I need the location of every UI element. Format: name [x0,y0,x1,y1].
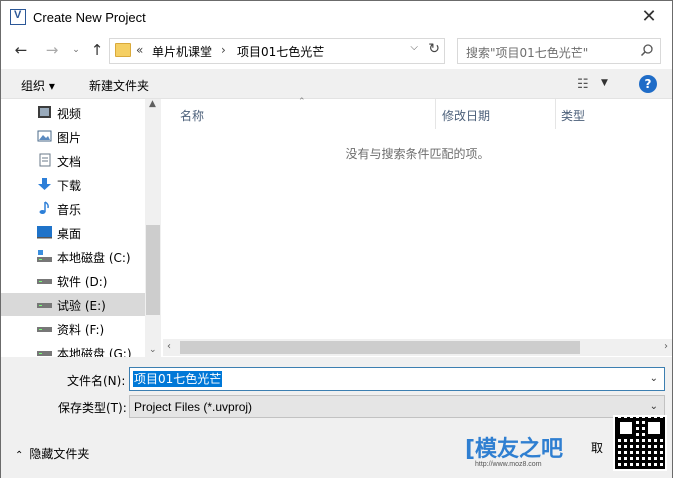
sidebar-item-label: 软件 (D:) [57,275,108,289]
filename-field[interactable]: 项目01七色光芒 ⌄ [129,367,665,391]
horizontal-scrollbar[interactable]: ‹ › [163,339,672,356]
drive-icon [37,327,52,332]
sidebar-scrollbar[interactable]: ▲ ⌄ [145,99,161,357]
organize-menu[interactable]: 组织 ▾ [21,77,55,94]
new-folder-button[interactable]: 新建文件夹 [89,77,149,94]
breadcrumb-item[interactable]: 项目01七色光芒 [237,43,324,60]
documents-icon [39,153,51,167]
sidebar-item-desktop[interactable]: 桌面 [1,221,145,244]
scroll-left-icon[interactable]: ‹ [167,341,171,352]
search-icon [640,44,653,57]
search-placeholder: 搜索"项目01七色光芒" [466,46,589,60]
filetype-value: Project Files (*.uvproj) [134,400,253,414]
column-header-label: 类型 [561,109,586,123]
desktop-icon [37,226,52,239]
column-header-name[interactable]: 名称 [163,99,435,129]
filetype-select[interactable]: Project Files (*.uvproj) ⌄ [129,395,665,418]
filetype-label: 保存类型(T): [58,401,127,415]
scroll-down-icon[interactable]: ⌄ [149,345,157,355]
breadcrumb-overflow[interactable]: « [136,43,143,57]
folder-icon [115,43,131,57]
chevron-down-icon[interactable]: ⌄ [650,373,658,384]
column-header-label: 修改日期 [442,109,491,123]
breadcrumb-item[interactable]: 单片机课堂 [152,43,212,60]
breadcrumb-separator-icon[interactable]: › [221,43,226,57]
watermark-text: [模友之吧 [465,437,564,462]
refresh-icon[interactable]: ↻ [428,41,440,57]
hide-folders-toggle[interactable]: ⌃ 隐藏文件夹 [15,445,89,462]
view-dropdown-icon[interactable]: ▼ [601,78,608,88]
sidebar-item-drive-g[interactable]: 本地磁盘 (G:) [1,341,145,357]
chevron-down-icon[interactable]: ⌵ [410,42,418,53]
scroll-right-icon[interactable]: › [664,341,668,352]
sidebar-item-label: 视频 [57,107,82,121]
filename-value[interactable]: 项目01七色光芒 [133,371,223,387]
scroll-up-icon[interactable]: ▲ [149,99,156,109]
sidebar-item-videos[interactable]: 视频 [1,101,145,124]
sidebar-item-label: 文档 [57,155,82,169]
sidebar-item-documents[interactable]: 文档 [1,149,145,172]
pictures-icon [37,130,52,142]
sidebar-item-music[interactable]: 音乐 [1,197,145,220]
sidebar-item-drive-f[interactable]: 资料 (F:) [1,317,145,340]
forward-arrow-icon[interactable]: → [41,39,63,61]
column-header-type[interactable]: 类型 [544,99,664,129]
video-icon [38,106,51,118]
view-options-icon[interactable]: ☷ [577,77,589,92]
drive-c-icon [37,250,52,262]
sidebar-item-label: 试验 (E:) [57,299,106,313]
create-project-dialog: Create New Project ✕ ← → ⌄ ↑ « 单片机课堂 › 项… [0,0,673,478]
hide-folders-label: 隐藏文件夹 [29,447,90,461]
sidebar-item-label: 桌面 [57,227,82,241]
column-header-modified[interactable]: 修改日期 [425,99,545,129]
empty-message: 没有与搜索条件匹配的项。 [345,147,490,161]
sidebar-item-pictures[interactable]: 图片 [1,125,145,148]
sidebar-item-label: 本地磁盘 (G:) [57,347,132,357]
title-bar: Create New Project ✕ [1,1,672,34]
keil-app-icon [10,9,26,25]
chevron-up-icon: ⌃ [15,450,24,461]
recent-locations-icon[interactable]: ⌄ [65,39,87,61]
sidebar-item-downloads[interactable]: 下载 [1,173,145,196]
scrollbar-thumb[interactable] [180,341,580,354]
downloads-icon [38,178,51,190]
address-bar[interactable]: « 单片机课堂 › 项目01七色光芒 ⌵ ↻ [109,38,445,64]
music-icon [39,201,49,214]
back-arrow-icon[interactable]: ← [10,39,32,61]
drive-icon [37,279,52,284]
up-arrow-icon[interactable]: ↑ [86,39,108,61]
help-icon[interactable]: ? [639,75,657,93]
watermark-logo: [模友之吧 http://www.moz8.com [465,429,613,471]
sidebar-item-label: 图片 [57,131,82,145]
scrollbar-thumb[interactable] [146,225,160,315]
drive-icon [37,351,52,356]
toolbar: 组织 ▾ 新建文件夹 ☷ ▼ ? [1,69,672,99]
file-list: ⌃ 名称 修改日期 类型 没有与搜索条件匹配的项。 [163,97,672,339]
watermark-url: http://www.moz8.com [475,461,542,468]
navigation-pane: 视频 图片 文档 下载 音乐 桌面 本地磁盘 (C:) 软件 (D:) 试验 (… [1,99,161,357]
drive-icon [37,303,52,308]
sidebar-item-drive-c[interactable]: 本地磁盘 (C:) [1,245,145,268]
sidebar-item-drive-e[interactable]: 试验 (E:) [1,293,145,316]
close-button[interactable]: ✕ [636,6,662,28]
qr-code-icon [613,415,667,471]
sidebar-item-label: 音乐 [57,203,82,217]
filename-label: 文件名(N): [67,374,126,388]
window-title: Create New Project [33,10,146,25]
chevron-down-icon[interactable]: ⌄ [650,401,658,412]
sidebar-item-label: 本地磁盘 (C:) [57,251,131,265]
sidebar-item-drive-d[interactable]: 软件 (D:) [1,269,145,292]
column-header-label: 名称 [180,109,205,123]
search-input[interactable]: 搜索"项目01七色光芒" [457,38,661,64]
sidebar-item-label: 下载 [57,179,82,193]
sidebar-item-label: 资料 (F:) [57,323,105,337]
